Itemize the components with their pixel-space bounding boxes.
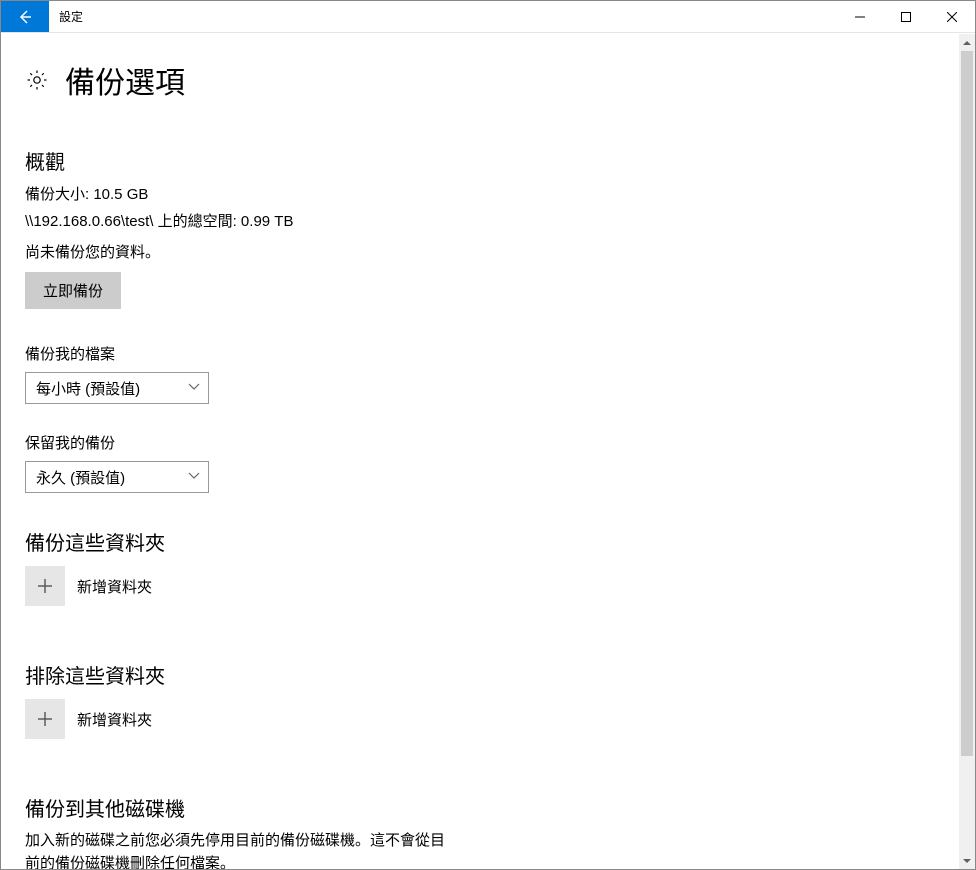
backup-folders-section: 備份這些資料夾 新增資料夾 (25, 527, 935, 606)
frequency-value: 每小時 (預設值) (36, 378, 140, 399)
add-backup-folder-row[interactable]: 新增資料夾 (25, 566, 935, 606)
add-button[interactable] (25, 566, 65, 606)
scroll-down-button[interactable] (959, 852, 975, 869)
retention-section: 保留我的備份 永久 (預設值) (25, 432, 935, 493)
retention-label: 保留我的備份 (25, 432, 935, 453)
page-title: 備份選項 (65, 58, 185, 102)
page-header: 備份選項 (25, 58, 935, 102)
close-button[interactable] (929, 1, 975, 32)
other-drive-section: 備份到其他磁碟機 加入新的磁碟之前您必須先停用目前的備份磁碟機。這不會從目前的備… (25, 793, 935, 869)
plus-icon (37, 578, 53, 594)
add-folder-label: 新增資料夾 (77, 709, 152, 730)
backup-now-button[interactable]: 立即備份 (25, 272, 121, 309)
arrow-left-icon (17, 9, 33, 25)
caret-up-icon (963, 39, 971, 47)
back-button[interactable] (1, 1, 49, 32)
frequency-label: 備份我的檔案 (25, 343, 935, 364)
backup-status: 尚未備份您的資料。 (25, 241, 935, 262)
retention-select[interactable]: 永久 (預設值) (25, 461, 209, 493)
frequency-select[interactable]: 每小時 (預設值) (25, 372, 209, 404)
vertical-scrollbar[interactable] (959, 34, 975, 869)
backup-size-line: 備份大小: 10.5 GB (25, 183, 935, 204)
chevron-down-icon (188, 469, 200, 486)
maximize-icon (901, 12, 911, 22)
retention-value: 永久 (預設值) (36, 467, 125, 488)
scroll-up-button[interactable] (959, 34, 975, 51)
add-button[interactable] (25, 699, 65, 739)
chevron-down-icon (188, 380, 200, 397)
window-title: 設定 (49, 1, 93, 32)
title-bar: 設定 (1, 1, 975, 33)
caret-down-icon (963, 857, 971, 865)
close-icon (947, 12, 957, 22)
gear-icon (25, 68, 49, 92)
overview-section: 概觀 備份大小: 10.5 GB \\192.168.0.66\test\ 上的… (25, 146, 935, 309)
exclude-folders-heading: 排除這些資料夾 (25, 660, 935, 689)
add-folder-label: 新增資料夾 (77, 576, 152, 597)
other-drive-heading: 備份到其他磁碟機 (25, 793, 935, 822)
minimize-button[interactable] (837, 1, 883, 32)
minimize-icon (855, 12, 865, 22)
scrollbar-thumb[interactable] (961, 51, 973, 756)
window-controls (837, 1, 975, 32)
other-drive-desc: 加入新的磁碟之前您必須先停用目前的備份磁碟機。這不會從目前的備份磁碟機刪除任何檔… (25, 830, 445, 869)
page-content: 備份選項 概觀 備份大小: 10.5 GB \\192.168.0.66\tes… (1, 34, 959, 869)
frequency-section: 備份我的檔案 每小時 (預設值) (25, 343, 935, 404)
maximize-button[interactable] (883, 1, 929, 32)
backup-folders-heading: 備份這些資料夾 (25, 527, 935, 556)
overview-heading: 概觀 (25, 146, 935, 175)
exclude-folders-section: 排除這些資料夾 新增資料夾 (25, 660, 935, 739)
scrollbar-track[interactable] (959, 51, 975, 852)
backup-space-line: \\192.168.0.66\test\ 上的總空間: 0.99 TB (25, 210, 935, 231)
plus-icon (37, 711, 53, 727)
add-exclude-folder-row[interactable]: 新增資料夾 (25, 699, 935, 739)
